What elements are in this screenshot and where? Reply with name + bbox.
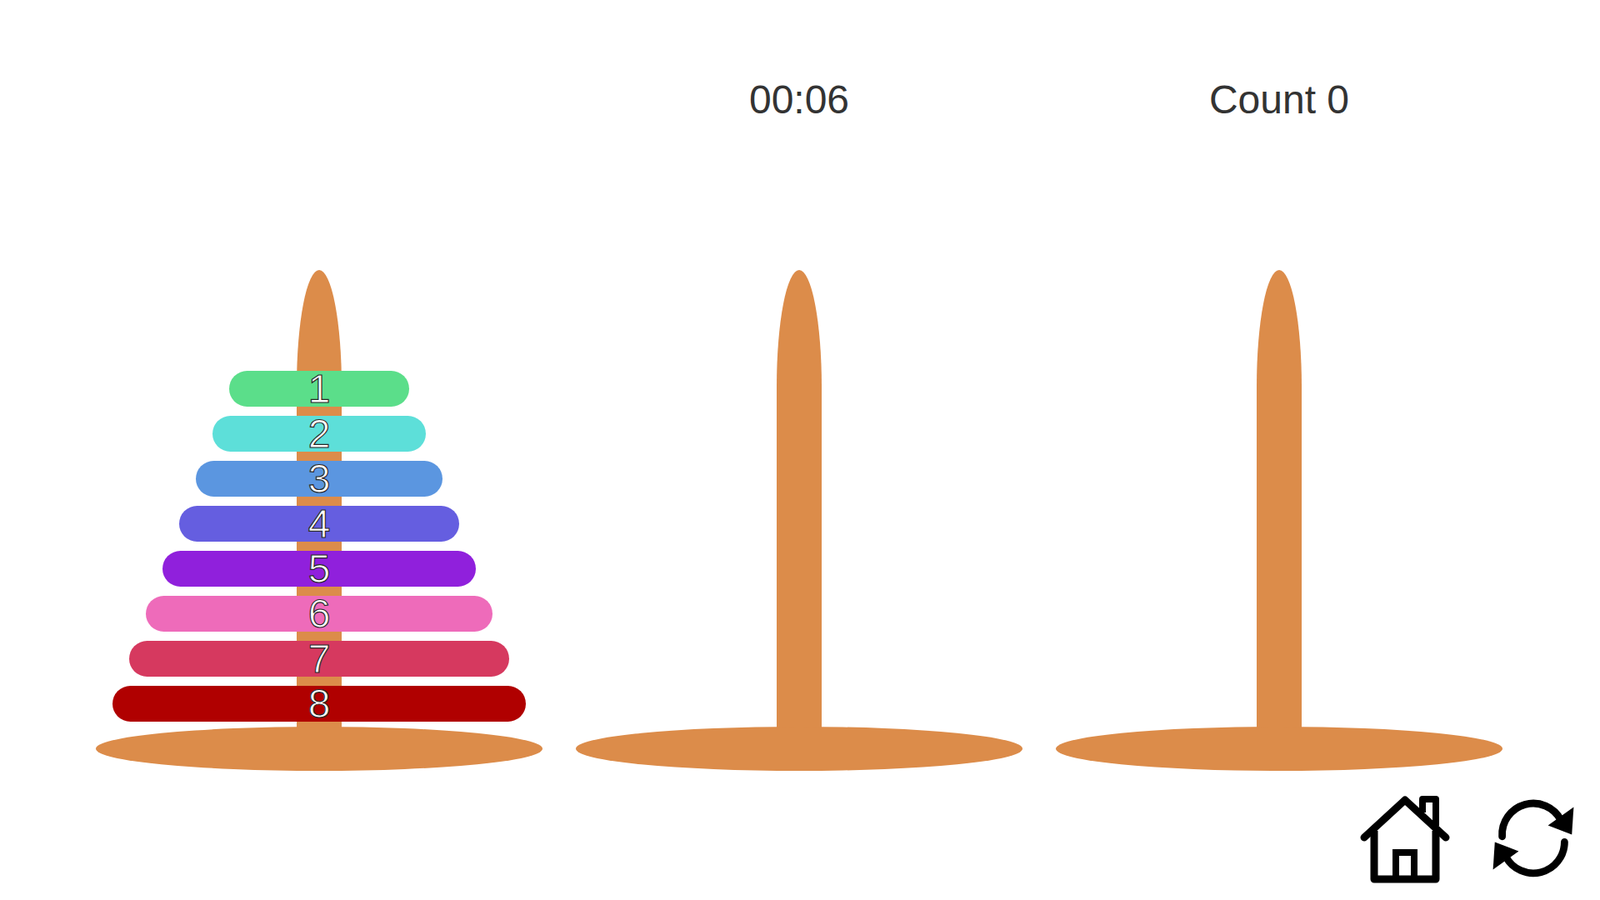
disk-label: 4 xyxy=(308,505,331,542)
peg-base xyxy=(1055,726,1503,771)
disk-label: 7 xyxy=(308,640,331,677)
tower[interactable]: 1 2 3 4 5 6 7 8 xyxy=(95,270,543,771)
disk-label: 3 xyxy=(308,460,331,497)
disk[interactable]: 8 xyxy=(112,685,526,722)
disk-label: 5 xyxy=(308,550,331,587)
footer xyxy=(0,792,1600,885)
disk[interactable]: 2 xyxy=(212,415,426,452)
disk[interactable]: 6 xyxy=(145,595,493,632)
restart-button[interactable] xyxy=(1487,792,1580,885)
disk-label: 8 xyxy=(308,685,331,722)
home-button[interactable] xyxy=(1359,792,1451,885)
peg-base xyxy=(95,726,543,771)
disk-label: 1 xyxy=(308,370,331,407)
tower[interactable] xyxy=(575,270,1023,771)
header: 00:06 Count 0 xyxy=(0,0,1600,125)
peg-base xyxy=(575,726,1023,771)
refresh-icon xyxy=(1487,792,1580,885)
timer: 00:06 xyxy=(749,75,850,125)
hanoi-game: 00:06 Count 0 1 2 3 4 5 6 7 8 xyxy=(0,0,1600,900)
peg xyxy=(776,270,822,746)
home-icon xyxy=(1359,792,1451,885)
disk[interactable]: 4 xyxy=(179,505,460,542)
disk[interactable]: 7 xyxy=(129,640,510,677)
disk[interactable]: 1 xyxy=(229,370,410,407)
peg xyxy=(1256,270,1302,746)
disk-label: 2 xyxy=(308,415,331,452)
disk[interactable]: 3 xyxy=(195,460,443,497)
disk-label: 6 xyxy=(308,595,331,632)
disk-stack: 1 2 3 4 5 6 7 8 xyxy=(112,370,526,722)
move-count: Count 0 xyxy=(1209,75,1350,125)
towers: 1 2 3 4 5 6 7 8 xyxy=(0,270,1600,771)
disk[interactable]: 5 xyxy=(162,550,476,587)
tower[interactable] xyxy=(1055,270,1503,771)
